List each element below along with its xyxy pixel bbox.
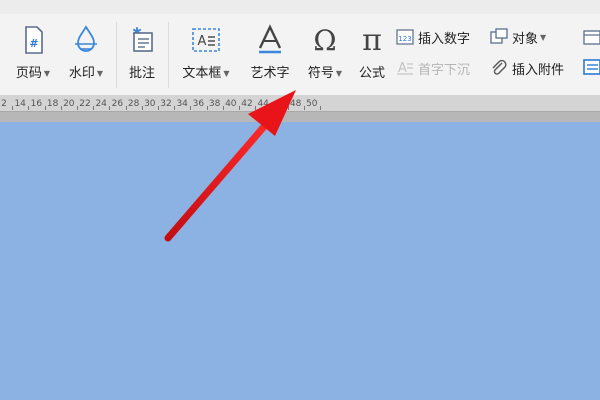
- page-number-icon: #: [25, 26, 43, 54]
- ruler-minor-tick: [60, 106, 62, 110]
- horizontal-ruler[interactable]: 2 14 16 18 20 22 24 26 28 30 32 34 36 38 40 42 44 46 48 50: [0, 96, 600, 112]
- ruler-tick-label: 38: [208, 99, 221, 109]
- ruler-tick-label: 14: [14, 99, 26, 109]
- document-icon[interactable]: [582, 58, 600, 76]
- attachment-label: 插入附件: [512, 62, 565, 78]
- ruler-minor-tick: [157, 106, 159, 110]
- ruler-minor-tick: [12, 106, 14, 110]
- comment-label: 批注: [128, 66, 155, 81]
- object-label: 对象: [512, 31, 539, 47]
- dropcap-icon: A: [397, 61, 413, 76]
- pi-icon: π: [362, 24, 382, 56]
- watermark-button[interactable]: 水印 ▼: [60, 22, 112, 88]
- attachment-button[interactable]: 插入附件: [490, 58, 564, 78]
- ruler-minor-tick: [141, 106, 143, 110]
- omega-icon: Ω: [313, 24, 336, 56]
- ruler-tick-label: 20: [63, 99, 75, 109]
- symbol-label: 符号: [307, 66, 334, 81]
- object-icon: [490, 28, 508, 44]
- paperclip-icon: [492, 59, 507, 75]
- watermark-icon: [75, 25, 97, 52]
- comment-button[interactable]: ✱ 批注: [120, 22, 164, 88]
- svg-text:Ω: Ω: [313, 24, 336, 56]
- ruler-tick-label: 30: [144, 99, 156, 109]
- ruler-tick-label: 26: [111, 99, 124, 109]
- svg-text:#: #: [29, 37, 38, 50]
- textbox-label: 文本框: [182, 66, 222, 81]
- ruler-minor-tick: [125, 106, 127, 110]
- svg-text:123: 123: [398, 35, 411, 43]
- ruler-minor-tick: [28, 106, 30, 110]
- ruler-tick-label: 42: [241, 99, 253, 109]
- ruler-shadow: [0, 112, 600, 122]
- ruler-minor-tick: [303, 106, 305, 110]
- ruler-tick-label: 40: [225, 99, 237, 109]
- ruler-minor-tick: [206, 106, 208, 110]
- watermark-dropdown-caret[interactable]: ▼: [97, 69, 103, 78]
- wordart-label: 艺术字: [250, 66, 290, 81]
- ruler-minor-tick: [44, 106, 46, 110]
- textbox-dropdown-caret[interactable]: ▼: [223, 69, 229, 78]
- dropcap-label: 首字下沉: [418, 62, 471, 78]
- page-number-label: 页码: [15, 66, 42, 81]
- insert-number-label: 插入数字: [418, 31, 471, 47]
- document-canvas[interactable]: [0, 122, 600, 400]
- symbol-dropdown-caret[interactable]: ▼: [336, 69, 342, 78]
- wordart-icon: [258, 24, 282, 54]
- calendar-icon[interactable]: [582, 28, 600, 46]
- insert-number-icon: 123: [396, 29, 414, 45]
- ruler-minor-tick: [271, 106, 273, 110]
- separator: [168, 22, 169, 88]
- ruler-tick-label: 50: [306, 99, 318, 109]
- equation-label: 公式: [358, 66, 385, 81]
- ruler-minor-tick: [190, 106, 192, 110]
- ruler-minor-tick: [255, 106, 257, 110]
- ribbon-top-strip: [0, 0, 600, 14]
- wordart-button[interactable]: 艺术字: [242, 22, 298, 88]
- ruler-tick-label: 34: [176, 99, 188, 109]
- ruler-tick-label: 22: [79, 99, 91, 109]
- ruler-minor-tick: [238, 106, 240, 110]
- ruler-minor-tick: [93, 106, 95, 110]
- ruler-minor-tick: [76, 106, 78, 110]
- ruler-tick-label: 16: [30, 99, 43, 109]
- insert-number-button[interactable]: 123 插入数字: [396, 27, 470, 47]
- watermark-label: 水印: [68, 66, 95, 81]
- comment-icon: ✱: [132, 25, 153, 52]
- ruler-minor-tick: [287, 106, 289, 110]
- ruler-minor-tick: [109, 106, 111, 110]
- ruler-tick-label: 46: [273, 99, 286, 109]
- textbox-icon: A: [192, 28, 220, 52]
- ruler-tick-label: 18: [46, 99, 59, 109]
- dropcap-button[interactable]: A 首字下沉: [396, 58, 470, 78]
- svg-text:A: A: [198, 34, 207, 49]
- object-dropdown-caret[interactable]: ▼: [540, 33, 546, 42]
- equation-button[interactable]: π 公式: [352, 22, 392, 88]
- ruler-tick-label: 36: [192, 99, 205, 109]
- page-number-dropdown-caret[interactable]: ▼: [44, 69, 50, 78]
- ruler-tick-label: 32: [160, 99, 172, 109]
- ruler-tick-label: 48: [289, 99, 302, 109]
- ruler-minor-tick: [222, 106, 224, 110]
- svg-text:π: π: [362, 24, 382, 56]
- object-button[interactable]: 对象 ▼: [490, 27, 546, 47]
- ribbon-toolbar: # 页码 ▼ 水印 ▼ ✱ 批注 A 文本框 ▼ 艺术字 Ω 符号 ▼ π 公式…: [0, 0, 600, 96]
- ruler-tick-label: 28: [127, 99, 140, 109]
- separator: [116, 22, 117, 88]
- textbox-button[interactable]: A 文本框 ▼: [176, 22, 236, 88]
- ruler-tick-label: 24: [95, 99, 107, 109]
- symbol-button[interactable]: Ω 符号 ▼: [300, 22, 350, 88]
- ruler-tick-label: 44: [257, 99, 269, 109]
- ruler-minor-tick: [174, 106, 176, 110]
- ruler-minor-tick: [319, 106, 321, 110]
- page-number-button[interactable]: # 页码 ▼: [8, 22, 58, 88]
- ruler-tick-label: 2: [1, 99, 7, 109]
